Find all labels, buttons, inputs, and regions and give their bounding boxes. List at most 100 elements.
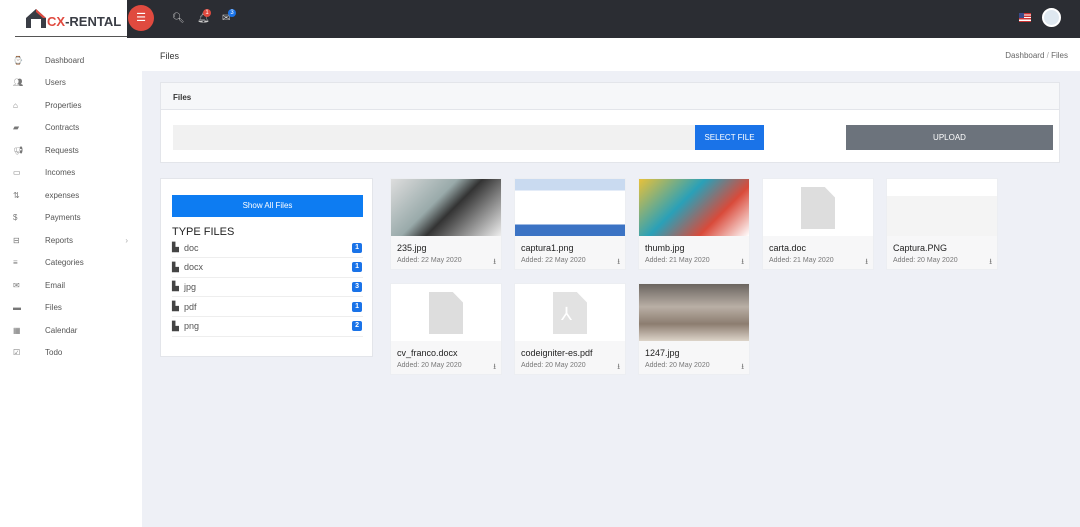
file-icon: ▙: [172, 281, 179, 292]
breadcrumb-separator: /: [1046, 51, 1049, 60]
type-name: jpg: [184, 281, 197, 292]
document-file-icon: [429, 292, 463, 334]
file-date: Added: 20 May 2020: [397, 362, 462, 369]
file-date: Added: 20 May 2020: [521, 362, 586, 369]
file-card[interactable]: thumb.jpg Added: 21 May 2020 ⭳: [638, 178, 750, 270]
download-icon[interactable]: ⭳: [865, 256, 868, 270]
sidebar-item-properties[interactable]: ⌂ Properties: [0, 94, 142, 116]
download-icon[interactable]: ⭳: [617, 256, 620, 270]
file-name: codeigniter-es.pdf: [521, 348, 593, 358]
file-thumbnail: [391, 284, 501, 341]
file-icon: ▙: [172, 261, 179, 272]
inbox-icon: ⊟: [13, 235, 20, 245]
file-thumbnail: [763, 179, 873, 236]
sidebar-item-email[interactable]: ✉ Email: [0, 274, 142, 296]
pdf-glyph-icon: ⅄: [561, 304, 572, 324]
messages-badge: 3: [228, 9, 236, 17]
sidebar-item-categories[interactable]: ≡ Categories: [0, 252, 142, 274]
sidebar-item-label: Email: [45, 280, 66, 290]
file-card[interactable]: captura1.png Added: 22 May 2020 ⭳: [514, 178, 626, 270]
download-icon[interactable]: ⭳: [617, 361, 620, 375]
file-thumbnail: [887, 179, 997, 236]
sidebar-item-label: Users: [45, 78, 66, 87]
sort-icon: ⇅: [13, 190, 20, 200]
file-name: Captura.PNG: [893, 243, 948, 253]
type-filter-png[interactable]: ▙ png 2: [172, 317, 363, 337]
list-icon: ≡: [13, 258, 18, 267]
bullhorn-icon: 📢︎: [13, 145, 24, 155]
logo[interactable]: CX-RENTAL: [0, 0, 127, 38]
type-filter-panel: Show All Files TYPE FILES ▙ doc 1 ▙ docx 1 ▙ jp…: [160, 178, 373, 357]
file-thumbnail: [639, 179, 749, 236]
file-icon: ▙: [172, 301, 179, 312]
sidebar-item-payments[interactable]: $ Payments: [0, 207, 142, 229]
dollar-icon: $: [13, 213, 18, 222]
file-card[interactable]: 235.jpg Added: 22 May 2020 ⭳: [390, 178, 502, 270]
download-icon[interactable]: ⭳: [989, 256, 992, 270]
sidebar-item-incomes[interactable]: ▭ Incomes: [0, 162, 142, 184]
download-icon[interactable]: ⭳: [741, 361, 744, 375]
file-card[interactable]: carta.doc Added: 21 May 2020 ⭳: [762, 178, 874, 270]
bell-icon[interactable]: 🔔︎ 1: [197, 9, 211, 24]
sidebar-item-label: Incomes: [45, 168, 76, 177]
file-card[interactable]: cv_franco.docx Added: 20 May 2020 ⭳: [390, 283, 502, 375]
sidebar-item-files[interactable]: ▬ Files: [0, 297, 142, 319]
file-card[interactable]: Captura.PNG Added: 20 May 2020 ⭳: [886, 178, 998, 270]
file-icon: ▙: [172, 320, 179, 331]
us-flag-icon[interactable]: [1019, 13, 1031, 22]
type-count-badge: 1: [352, 262, 362, 273]
sidebar-item-label: Payments: [45, 213, 81, 222]
download-icon[interactable]: ⭳: [493, 361, 496, 375]
sidebar-item-contracts[interactable]: ▰ Contracts: [0, 117, 142, 139]
type-files-heading: TYPE FILES: [172, 226, 235, 238]
sidebar-item-users[interactable]: 👥︎ Users: [0, 72, 142, 94]
file-name: thumb.jpg: [645, 243, 685, 253]
file-icon: ▙: [172, 242, 179, 252]
sidebar-item-requests[interactable]: 📢︎ Requests: [0, 139, 142, 161]
type-filter-jpg[interactable]: ▙ jpg 3: [172, 277, 363, 298]
type-name: png: [184, 321, 200, 332]
menu-toggle-button[interactable]: ☰: [128, 5, 154, 31]
envelope-icon[interactable]: ✉ 3: [222, 9, 236, 24]
sidebar-item-reports[interactable]: ⊟ Reports ›: [0, 229, 142, 251]
breadcrumb-files: Files: [1051, 51, 1068, 60]
type-name: doc: [184, 242, 199, 253]
file-name: carta.doc: [769, 243, 807, 253]
type-filter-doc[interactable]: ▙ doc 1: [172, 238, 363, 258]
calendar-icon: ▦: [13, 325, 21, 335]
file-card[interactable]: 1247.jpg Added: 20 May 2020 ⭳: [638, 283, 750, 375]
breadcrumb: Dashboard / Files: [1005, 51, 1068, 60]
type-filter-pdf[interactable]: ▙ pdf 1: [172, 297, 363, 318]
upload-button[interactable]: UPLOAD: [846, 125, 1053, 150]
money-icon: ▭: [13, 168, 21, 177]
sidebar-item-todo[interactable]: ☑ Todo: [0, 342, 142, 364]
sidebar-item-label: Files: [45, 303, 62, 312]
avatar[interactable]: [1042, 8, 1061, 27]
sidebar-item-calendar[interactable]: ▦ Calendar: [0, 319, 142, 341]
sidebar-item-label: Categories: [45, 258, 84, 267]
search-icon[interactable]: 🔍︎: [172, 13, 185, 24]
chevron-right-icon: ›: [125, 235, 128, 245]
download-icon[interactable]: ⭳: [493, 256, 496, 270]
file-thumbnail: ⅄: [515, 284, 625, 341]
file-date: Added: 20 May 2020: [645, 362, 710, 369]
show-all-files-button[interactable]: Show All Files: [172, 195, 363, 217]
users-icon: 👥︎: [13, 78, 24, 87]
sidebar-item-label: Properties: [45, 100, 82, 110]
download-icon[interactable]: ⭳: [741, 256, 744, 270]
file-date: Added: 22 May 2020: [521, 257, 586, 264]
brand-name: CX-RENTAL: [47, 14, 122, 29]
sidebar-item-expenses[interactable]: ⇅ expenses: [0, 184, 142, 206]
file-card[interactable]: ⅄ codeigniter-es.pdf Added: 20 May 2020 ⭳: [514, 283, 626, 375]
sidebar-item-label: Reports: [45, 235, 74, 245]
file-input[interactable]: [173, 125, 695, 150]
file-name: captura1.png: [521, 243, 574, 253]
sidebar: ⌚ Dashboard 👥︎ Users ⌂ Properties ▰ Contracts 📢︎…: [0, 38, 142, 527]
breadcrumb-dashboard[interactable]: Dashboard: [1005, 51, 1044, 60]
select-file-button[interactable]: SELECT FILE: [695, 125, 764, 150]
document-file-icon: [801, 187, 835, 229]
sidebar-item-label: Calendar: [45, 325, 78, 335]
type-count-badge: 1: [352, 242, 362, 253]
sidebar-item-dashboard[interactable]: ⌚ Dashboard: [0, 49, 142, 71]
type-filter-docx[interactable]: ▙ docx 1: [172, 258, 363, 278]
